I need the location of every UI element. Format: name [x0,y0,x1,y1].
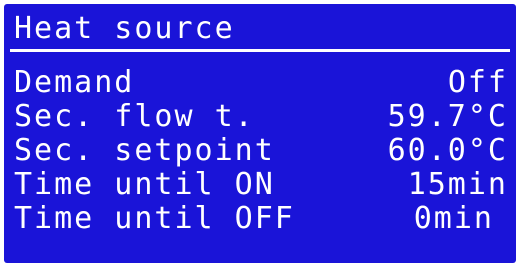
lcd-screen: Heat source Demand Off Sec. flow t. 59.7… [4,4,516,263]
row-label: Time until OFF [14,201,295,236]
row-value: 60.0°C [387,133,508,168]
screen-title: Heat source [14,11,235,46]
row-label: Demand [14,65,135,100]
info-row-time-until-on: Time until ON 15min [14,168,508,202]
info-row-demand: Demand Off [14,66,508,100]
row-value: Off [447,65,508,100]
row-label: Sec. setpoint [14,133,275,168]
row-value: 59.7°C [387,99,508,134]
info-row-time-until-off: Time until OFF 0min [14,202,508,236]
row-label: Sec. flow t. [14,99,255,134]
info-row-sec-setpoint: Sec. setpoint 60.0°C [14,134,508,168]
row-value: 0min [413,201,494,236]
row-value: 15min [407,167,508,202]
info-row-sec-flow-temp: Sec. flow t. 59.7°C [14,100,508,134]
display-bezel: Heat source Demand Off Sec. flow t. 59.7… [0,0,520,267]
title-underline [10,49,510,52]
row-label: Time until ON [14,167,275,202]
